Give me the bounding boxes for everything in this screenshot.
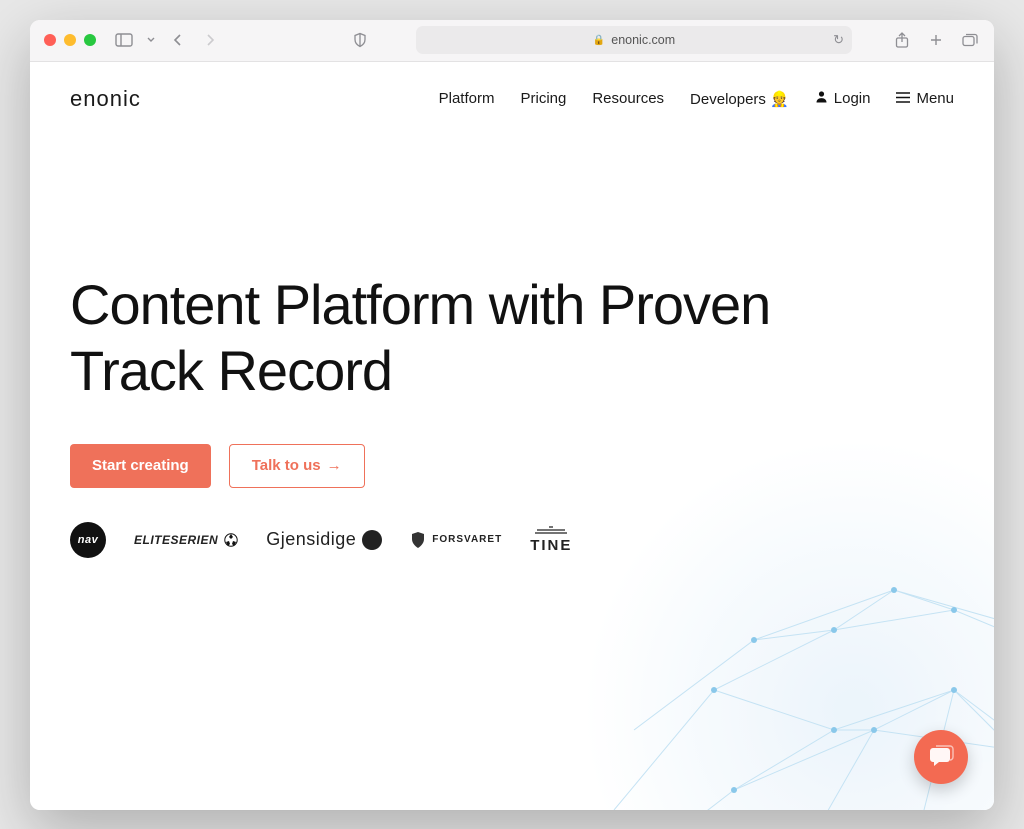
hamburger-icon	[896, 90, 910, 107]
browser-window: 🔒 enonic.com ↻ enoni	[30, 20, 994, 810]
page-viewport: enonic Platform Pricing Resources Develo…	[30, 62, 994, 810]
tine-mark-icon	[533, 525, 569, 535]
client-eliteserien: ELITESERIEN	[134, 533, 238, 547]
sidebar-toggle-icon[interactable]	[114, 30, 134, 50]
start-creating-button[interactable]: Start creating	[70, 444, 211, 488]
chat-button[interactable]	[914, 730, 968, 784]
cta-row: Start creating Talk to us →	[70, 444, 890, 488]
traffic-lights	[44, 34, 96, 46]
client-nav: nav	[70, 522, 106, 558]
client-forsvaret: FORSVARET	[410, 531, 502, 549]
hero-headline: Content Platform with Proven Track Recor…	[70, 272, 890, 404]
ball-icon	[224, 533, 238, 547]
site-header: enonic Platform Pricing Resources Develo…	[30, 62, 994, 122]
tabs-overview-icon[interactable]	[960, 30, 980, 50]
client-logos: nav ELITESERIEN Gjensidige FORSVARET TIN…	[70, 522, 890, 558]
nav-menu[interactable]: Menu	[896, 90, 954, 107]
arrow-right-icon: →	[327, 457, 342, 474]
gjensidige-mark-icon	[362, 530, 382, 550]
client-gjensidige: Gjensidige	[266, 529, 382, 550]
user-icon	[815, 90, 828, 107]
login-label: Login	[834, 90, 871, 107]
client-tine: TINE	[530, 525, 572, 554]
site-logo[interactable]: enonic	[70, 86, 141, 112]
close-window-button[interactable]	[44, 34, 56, 46]
nav-platform[interactable]: Platform	[439, 90, 495, 107]
crest-icon	[410, 531, 426, 549]
forward-button[interactable]	[200, 30, 220, 50]
nav-resources[interactable]: Resources	[592, 90, 664, 107]
share-icon[interactable]	[892, 30, 912, 50]
main-nav: Platform Pricing Resources Developers 👷 …	[439, 90, 954, 108]
chat-icon	[928, 744, 954, 770]
hero-section: Content Platform with Proven Track Recor…	[30, 122, 930, 558]
nav-developers[interactable]: Developers 👷	[690, 90, 789, 108]
nav-login[interactable]: Login	[815, 90, 871, 107]
address-bar[interactable]: 🔒 enonic.com ↻	[416, 26, 852, 54]
url-host: enonic.com	[611, 33, 675, 47]
maximize-window-button[interactable]	[84, 34, 96, 46]
back-button[interactable]	[168, 30, 188, 50]
new-tab-icon[interactable]	[926, 30, 946, 50]
lock-icon: 🔒	[593, 35, 605, 46]
talk-to-us-label: Talk to us	[252, 457, 321, 474]
reload-icon[interactable]: ↻	[833, 32, 844, 48]
menu-label: Menu	[916, 90, 954, 107]
minimize-window-button[interactable]	[64, 34, 76, 46]
privacy-shield-icon[interactable]	[350, 30, 370, 50]
browser-toolbar: 🔒 enonic.com ↻	[30, 20, 994, 62]
talk-to-us-button[interactable]: Talk to us →	[229, 444, 365, 488]
chevron-down-icon[interactable]	[146, 30, 156, 50]
nav-pricing[interactable]: Pricing	[520, 90, 566, 107]
